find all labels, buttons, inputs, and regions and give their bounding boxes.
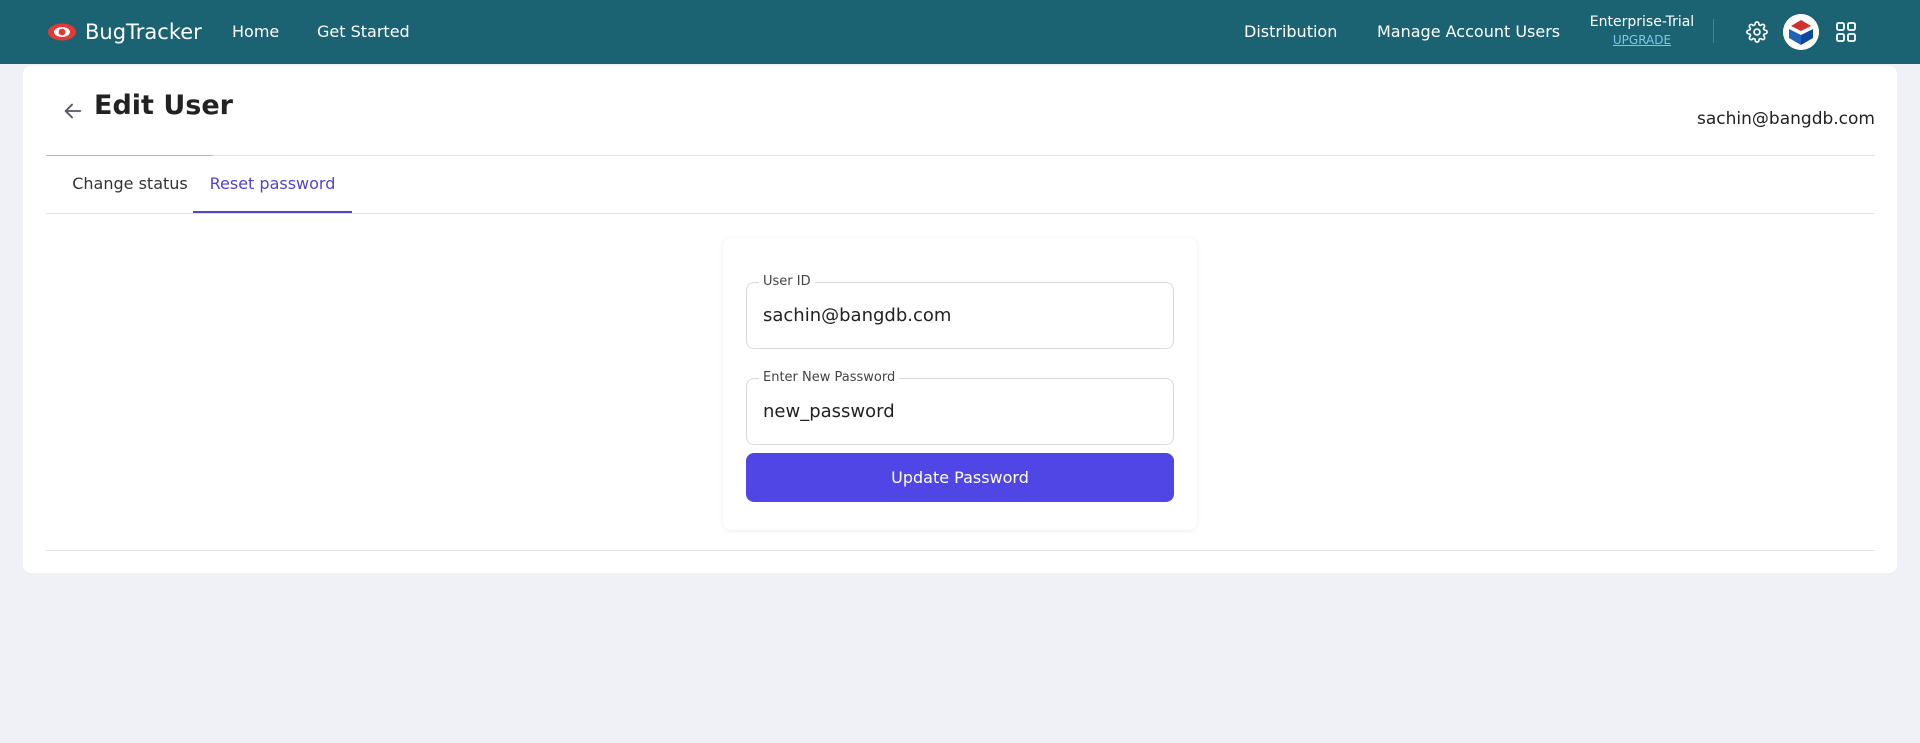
tab-change-status[interactable]: Change status (46, 156, 214, 213)
user-id-field: User ID (746, 274, 1174, 349)
new-password-input[interactable] (763, 379, 1163, 444)
gear-icon (1746, 21, 1768, 43)
grid-apps-icon (1836, 22, 1856, 42)
back-button[interactable] (58, 96, 88, 126)
topbar-divider (1713, 19, 1714, 43)
plan-name: Enterprise-Trial (1589, 14, 1695, 30)
nav-distribution-link[interactable]: Distribution (1244, 0, 1337, 64)
arrow-left-icon (64, 103, 82, 119)
top-navigation-bar: BugTracker Home Get Started Distribution… (0, 0, 1920, 64)
tabs-divider (46, 213, 1875, 214)
update-password-button[interactable]: Update Password (746, 453, 1174, 502)
plan-indicator: Enterprise-Trial UPGRADE (1586, 14, 1698, 47)
upgrade-link[interactable]: UPGRADE (1586, 33, 1698, 47)
page-title: Edit User (94, 90, 233, 121)
nav-get-started-link[interactable]: Get Started (317, 0, 410, 64)
apps-button[interactable] (1831, 17, 1861, 47)
new-password-field: Enter New Password (746, 370, 1174, 445)
user-email: sachin@bangdb.com (1697, 109, 1875, 129)
app-name: BugTracker (85, 20, 202, 44)
tab-reset-password[interactable]: Reset password (193, 156, 352, 213)
eye-logo-icon (48, 23, 76, 41)
edit-user-card: Edit User sachin@bangdb.com Change statu… (23, 66, 1897, 573)
nav-manage-account-users-link[interactable]: Manage Account Users (1377, 0, 1560, 64)
nav-home-link[interactable]: Home (232, 0, 279, 64)
reset-password-form: User ID Enter New Password Update Passwo… (723, 238, 1197, 530)
brand[interactable]: BugTracker (47, 0, 202, 64)
user-id-input[interactable] (763, 283, 1163, 348)
settings-button[interactable] (1742, 17, 1772, 47)
avatar-logo-icon (1783, 14, 1819, 50)
user-avatar[interactable] (1783, 14, 1819, 50)
card-footer-divider (46, 550, 1875, 551)
